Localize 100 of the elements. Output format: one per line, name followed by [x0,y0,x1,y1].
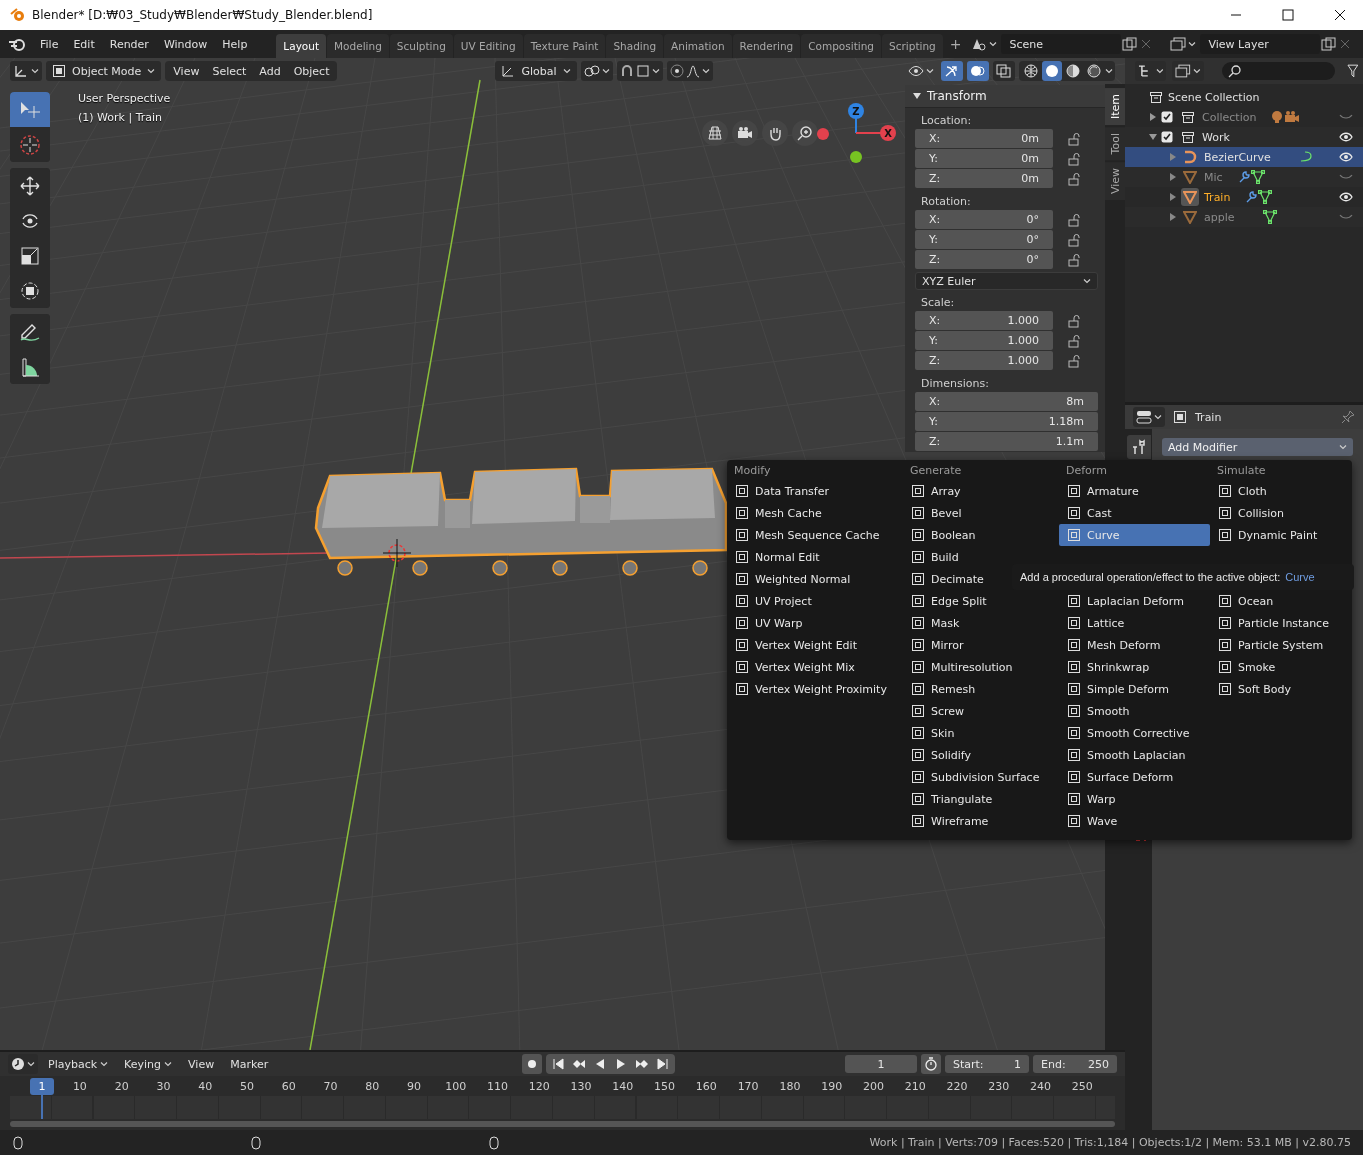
sidebar-tab[interactable]: View [1105,162,1125,201]
menu-item[interactable]: Laplacian Deform [1059,590,1210,612]
menu-item[interactable]: Cast [1059,502,1210,524]
shading-mode-button[interactable] [1021,61,1041,81]
number-field[interactable]: Y: 0m [915,149,1053,168]
workspace-tab[interactable]: Rendering [732,34,801,58]
preview-range-button[interactable] [921,1054,941,1074]
playhead-frame-label[interactable]: 1 [30,1077,54,1095]
number-field[interactable]: X: 0m [915,129,1053,148]
menu-item[interactable]: Shrinkwrap [1059,656,1210,678]
gizmo-toggle[interactable] [941,61,963,81]
menu-item[interactable]: Particle Instance [1210,612,1352,634]
menu-item[interactable]: Render [102,34,156,54]
number-field[interactable]: Z: 1.1m [915,432,1098,451]
menu-item[interactable]: Wave [1059,810,1210,832]
overlay-toggle[interactable] [967,61,989,81]
display-mode-button[interactable] [1172,61,1204,81]
menu-item[interactable]: Armature [1059,480,1210,502]
menu-item[interactable]: Boolean [903,524,1059,546]
menu-item[interactable]: Multiresolution [903,656,1059,678]
number-field[interactable]: Z: 0m [915,169,1053,188]
menu-item[interactable]: Smooth Laplacian [1059,744,1210,766]
workspace-tab[interactable]: Animation [664,34,732,58]
menu-item[interactable]: Curve [1059,524,1210,546]
menu-item[interactable]: Build [903,546,1059,568]
menu-item[interactable]: Vertex Weight Edit [727,634,903,656]
number-field[interactable]: Y: 0° [915,230,1053,249]
viewport-menu[interactable]: Add [253,61,287,81]
menu-item[interactable]: Solidify [903,744,1059,766]
menu-item[interactable]: Simple Deform [1059,678,1210,700]
outliner-row[interactable]: BezierCurve [1125,147,1363,167]
camera-view-button[interactable] [732,120,758,146]
menu-item[interactable]: Vertex Weight Mix [727,656,903,678]
menu-item[interactable]: Surface Deform [1059,766,1210,788]
timeline-menu[interactable]: Marker [224,1054,275,1074]
menu-item[interactable]: UV Warp [727,612,903,634]
sidebar-tab[interactable]: Tool [1105,127,1125,161]
menu-item[interactable]: Vertex Weight Proximity [727,678,903,700]
menu-item[interactable]: Wireframe [903,810,1059,832]
menu-item[interactable]: Cloth [1210,480,1352,502]
workspace-tab[interactable]: Compositing [801,34,882,58]
xray-toggle[interactable] [993,61,1015,81]
start-frame-field[interactable]: Start: 1 [945,1055,1029,1073]
sidebar-tab[interactable]: Item [1105,88,1125,126]
menu-item[interactable]: Help [215,34,255,54]
pan-view-button[interactable] [762,120,788,146]
axis-gizmo-drawing[interactable] [817,103,896,163]
menu-item[interactable]: Soft Body [1210,678,1352,700]
end-frame-field[interactable]: End: 250 [1033,1055,1117,1073]
pivot-button[interactable] [580,61,613,81]
menu-item[interactable]: Collision [1210,502,1352,524]
scene-field[interactable]: Scene [1001,34,1122,54]
number-field[interactable]: Y: 1.18m [915,412,1098,431]
proportional-edit-button[interactable] [666,61,713,81]
editor-type-button[interactable] [1133,407,1165,427]
menu-item[interactable]: Remesh [903,678,1059,700]
number-field[interactable]: X: 8m [915,392,1098,411]
menu-item[interactable]: File [33,34,66,54]
menu-item[interactable]: Skin [903,722,1059,744]
ortho-toggle-button[interactable] [702,120,728,146]
zoom-view-button[interactable] [792,120,818,146]
workspace-tab[interactable]: Sculpting [389,34,453,58]
viewport-menu[interactable]: View [167,61,206,81]
menu-item[interactable]: Smooth [1059,700,1210,722]
menu-item[interactable]: Window [156,34,215,54]
workspace-tab[interactable]: UV Editing [453,34,523,58]
menu-item[interactable]: Mirror [903,634,1059,656]
view-layer-field[interactable]: View Layer [1200,34,1321,54]
workspace-tab[interactable]: Modeling [327,34,389,58]
menu-item[interactable]: Mesh Deform [1059,634,1210,656]
menu-item[interactable]: Warp [1059,788,1210,810]
menu-item[interactable]: Dynamic Paint [1210,524,1352,546]
workspace-tab[interactable]: Texture Paint [523,34,606,58]
menu-item[interactable]: Particle System [1210,634,1352,656]
number-field[interactable]: Y: 1.000 [915,331,1053,350]
search-field[interactable] [1221,62,1336,80]
editor-type-button[interactable] [1135,61,1167,81]
scrollbar[interactable] [10,1121,1115,1127]
menu-item[interactable]: Mesh Sequence Cache [727,524,903,546]
menu-item[interactable]: Smooth Corrective [1059,722,1210,744]
menu-item[interactable]: Screw [903,700,1059,722]
menu-item[interactable]: Weighted Normal [727,568,903,590]
menu-item[interactable]: Data Transfer [727,480,903,502]
menu-item[interactable]: Array [903,480,1059,502]
number-field[interactable]: X: 0° [915,210,1053,229]
current-frame-field[interactable]: 1 [845,1055,917,1073]
number-field[interactable]: X: 1.000 [915,311,1053,330]
add-modifier-dropdown[interactable]: Add Modifier [1162,438,1353,456]
record-button[interactable] [522,1054,543,1074]
menu-item[interactable]: Bevel [903,502,1059,524]
editor-type-button[interactable] [10,61,42,81]
timeline-menu[interactable]: View [182,1054,221,1074]
menu-item[interactable]: Normal Edit [727,546,903,568]
shading-mode-button[interactable] [1063,61,1083,81]
workspace-tab[interactable]: Scripting [882,34,943,58]
add-workspace-button[interactable]: + [943,36,968,52]
menu-item[interactable]: UV Project [727,590,903,612]
number-field[interactable]: Z: 0° [915,250,1053,269]
rotation-mode-dropdown[interactable]: XYZ Euler [915,272,1098,290]
number-field[interactable]: Z: 1.000 [915,351,1053,370]
